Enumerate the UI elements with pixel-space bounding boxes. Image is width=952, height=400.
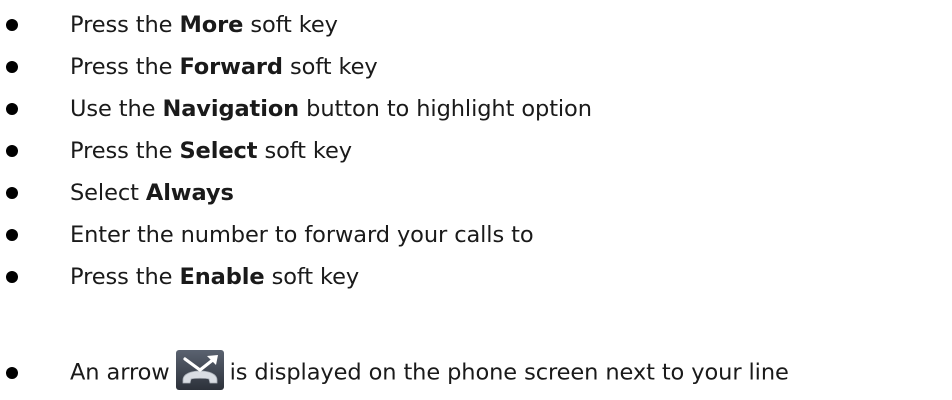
step-text: Select Always <box>70 180 234 206</box>
bullet-dot <box>6 271 18 283</box>
list-item: Press the More soft key <box>0 5 952 45</box>
bullet-dot <box>6 229 18 241</box>
list-item: Press the Forward soft key <box>0 47 952 87</box>
step-text: Use the Navigation button to highlight o… <box>70 96 592 122</box>
step-text: Press the Enable soft key <box>70 264 360 290</box>
bullet-dot <box>6 103 18 115</box>
list-item: Use the Navigation button to highlight o… <box>0 89 952 129</box>
bullet-dot <box>6 367 18 379</box>
bullet-dot <box>6 187 18 199</box>
bullet-dot <box>6 145 18 157</box>
list-item: Press the Enable soft key <box>0 257 952 297</box>
bullet-dot <box>6 19 18 31</box>
call-forward-instructions: Press the More soft key Press the Forwar… <box>0 0 952 400</box>
step-text: An arrow is displayed on the phone scree… <box>70 350 789 393</box>
step-text: Press the More soft key <box>70 12 338 38</box>
call-forward-arrow-icon <box>175 350 224 390</box>
list-item: Select Always <box>0 173 952 213</box>
list-item: Enter the number to forward your calls t… <box>0 215 952 255</box>
list-item: An arrow is displayed on the phone scree… <box>0 350 952 396</box>
step-text: Press the Select soft key <box>70 138 353 164</box>
bullet-dot <box>6 61 18 73</box>
list-item: Press the Select soft key <box>0 131 952 171</box>
step-text: Press the Forward soft key <box>70 54 378 80</box>
step-text: Enter the number to forward your calls t… <box>70 222 534 248</box>
